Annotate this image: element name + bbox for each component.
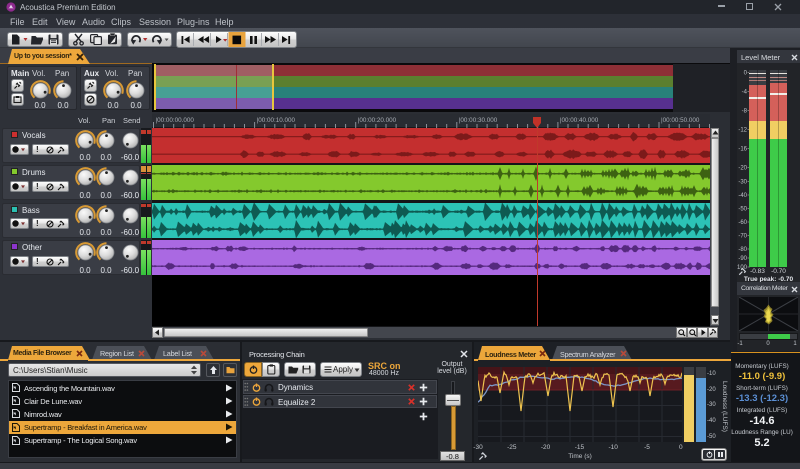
svg-text:-50: -50 [738,207,747,213]
svg-text:-16: -16 [738,147,747,153]
svg-text:|00:00:40.000: |00:00:40.000 [560,117,599,124]
svg-text:-8: -8 [742,109,748,115]
svg-text:-70: -70 [738,234,747,240]
svg-text:|00:00:00.000: |00:00:00.000 [156,117,195,124]
svg-text:|00:00:20.000: |00:00:20.000 [358,117,397,124]
svg-text:-60: -60 [738,220,747,226]
svg-text:-30: -30 [738,180,747,186]
svg-text:-80: -80 [738,247,747,253]
svg-text:-40: -40 [738,193,747,199]
svg-text:|00:00:50.000: |00:00:50.000 [661,117,700,124]
svg-text:-4: -4 [742,90,748,96]
svg-text:|00:00:30.000: |00:00:30.000 [459,117,498,124]
svg-text:|00:00:10.000: |00:00:10.000 [257,117,296,124]
svg-text:-12: -12 [738,128,747,134]
svg-text:0: 0 [744,71,748,77]
svg-text:-20: -20 [738,166,747,172]
svg-text:-90: -90 [738,256,747,262]
